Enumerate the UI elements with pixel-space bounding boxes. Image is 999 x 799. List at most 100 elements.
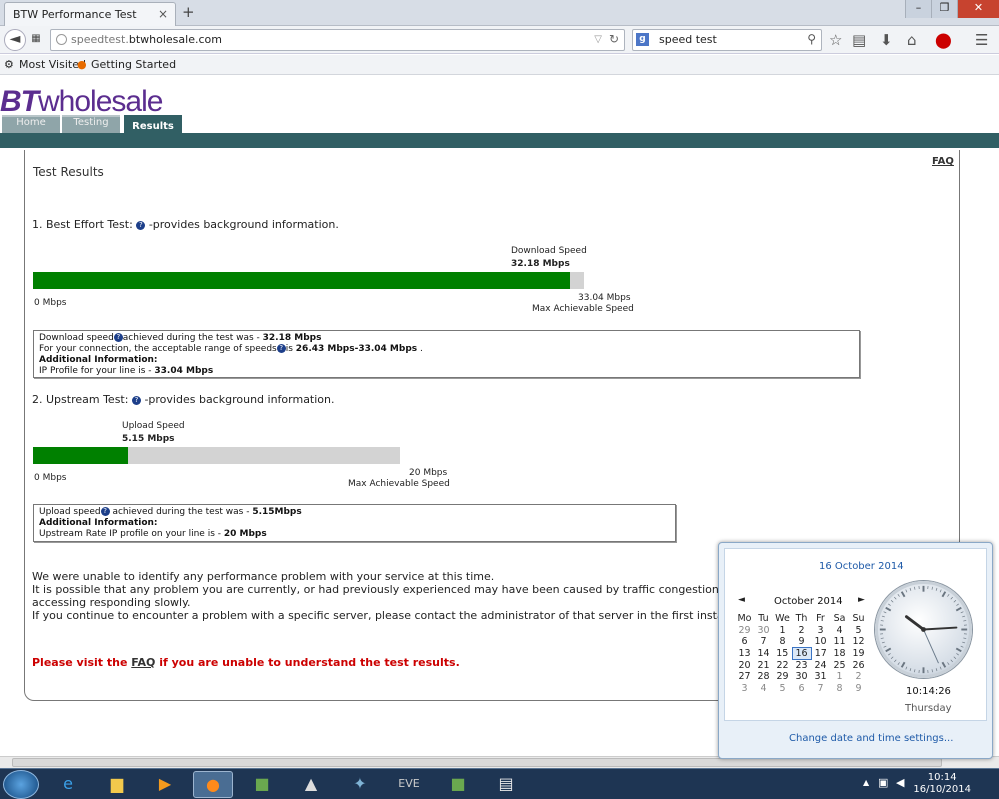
next-month-icon[interactable]: ► — [858, 595, 865, 605]
tab-close-icon[interactable]: × — [158, 7, 168, 21]
calendar-day[interactable]: 4 — [754, 683, 773, 695]
bookmark-star-icon[interactable]: ☆ — [829, 31, 842, 49]
clock-tick — [947, 662, 950, 666]
url-dropdown-icon[interactable]: ▽ — [594, 34, 602, 45]
calendar-day[interactable]: 17 — [811, 648, 830, 660]
close-window-button[interactable]: ✕ — [957, 0, 999, 18]
firefox-icon[interactable]: ● — [193, 771, 233, 798]
calendar-day[interactable]: 5 — [773, 683, 792, 695]
clock-tick — [935, 668, 938, 672]
reload-icon[interactable]: ↻ — [609, 32, 619, 46]
volume-icon[interactable]: ◀ — [896, 776, 904, 789]
google-icon[interactable]: g — [636, 33, 649, 46]
search-bar[interactable]: g speed test ⚲ — [632, 29, 822, 51]
calendar-day[interactable]: 5 — [849, 625, 868, 637]
calendar-day[interactable]: 10 — [811, 636, 830, 648]
minecraft-icon[interactable]: ■ — [438, 771, 478, 798]
upstream-heading: 2. Upstream Test: ? -provides background… — [32, 393, 335, 406]
help-icon[interactable]: ? — [113, 333, 123, 342]
adblock-icon[interactable]: ⬤ — [935, 31, 952, 49]
calendar-day[interactable]: 19 — [849, 648, 868, 660]
calendar-day[interactable]: 24 — [811, 660, 830, 672]
calendar-day[interactable]: 15 — [773, 648, 792, 660]
calendar-day[interactable]: 14 — [754, 648, 773, 660]
nav-results[interactable]: Results — [124, 115, 182, 133]
calendar-day[interactable]: 13 — [735, 648, 754, 660]
help-icon[interactable]: ? — [131, 396, 141, 405]
calendar-day[interactable]: 29 — [773, 671, 792, 683]
calendar-day[interactable]: 2 — [849, 671, 868, 683]
help-icon[interactable]: ? — [100, 507, 110, 516]
calendar-day[interactable]: 31 — [811, 671, 830, 683]
month-header[interactable]: October 2014 — [774, 596, 843, 607]
nav-testing[interactable]: Testing — [62, 115, 120, 133]
calendar-day[interactable]: 6 — [792, 683, 811, 695]
help-icon[interactable]: ? — [136, 221, 146, 230]
bookmark-getting-started[interactable]: Getting Started — [91, 58, 176, 71]
minimize-button[interactable]: – — [905, 0, 931, 18]
calendar-day[interactable]: 27 — [735, 671, 754, 683]
minecraft-icon[interactable]: ■ — [242, 771, 282, 798]
calendar-day[interactable]: 3 — [735, 683, 754, 695]
calendar-day[interactable]: 25 — [830, 660, 849, 672]
search-icon[interactable]: ⚲ — [807, 32, 816, 46]
start-button[interactable] — [3, 770, 39, 799]
calendar-day[interactable]: 23 — [792, 660, 811, 672]
calendar-day[interactable]: 1 — [830, 671, 849, 683]
bookmark-most-visited[interactable]: Most Visited — [19, 58, 86, 71]
file-explorer-icon[interactable]: ▆ — [97, 771, 137, 798]
bookmarks-menu-icon[interactable]: ▤ — [852, 31, 866, 49]
best-effort-heading: 1. Best Effort Test: ? -provides backgro… — [32, 218, 339, 231]
back-button[interactable]: ◄ — [4, 29, 26, 51]
calendar-day[interactable]: 11 — [830, 636, 849, 648]
calendar-day[interactable]: 16 — [791, 647, 812, 660]
browser-tab[interactable]: BTW Performance Test × — [4, 2, 176, 26]
site-identity-icon[interactable] — [56, 34, 67, 45]
long-date-link[interactable]: 16 October 2014 — [819, 561, 904, 572]
url-bar[interactable]: speedtest.btwholesale.com ▽ ↻ — [50, 29, 625, 51]
media-player-icon[interactable]: ▶ — [145, 771, 185, 798]
calendar-day[interactable]: 7 — [754, 636, 773, 648]
calendar-day[interactable]: 9 — [849, 683, 868, 695]
faq-notice-link[interactable]: FAQ — [131, 656, 155, 669]
maximize-button[interactable]: ❐ — [931, 0, 957, 18]
faq-link[interactable]: FAQ — [932, 156, 954, 167]
change-date-time-link[interactable]: Change date and time settings... — [789, 733, 953, 744]
tray-expand-icon[interactable]: ▲ — [863, 778, 869, 787]
nav-home[interactable]: Home — [2, 115, 60, 133]
calendar-day[interactable]: 8 — [830, 683, 849, 695]
scrollbar-thumb[interactable] — [12, 758, 942, 767]
help-icon[interactable]: ? — [276, 344, 286, 353]
calendar-day[interactable]: 21 — [754, 660, 773, 672]
internet-explorer-icon[interactable]: e — [48, 771, 88, 798]
home-icon[interactable]: ⌂ — [907, 31, 917, 49]
calendar-day[interactable]: 3 — [811, 625, 830, 637]
calendar-day[interactable]: 9 — [792, 636, 811, 648]
calendar-day[interactable]: 29 — [735, 625, 754, 637]
calendar-day[interactable]: 22 — [773, 660, 792, 672]
calendar-day[interactable]: 28 — [754, 671, 773, 683]
menu-icon[interactable]: ☰ — [975, 31, 988, 49]
downloads-icon[interactable]: ⬇ — [880, 31, 893, 49]
taskbar-clock[interactable]: 10:14 16/10/2014 — [913, 772, 971, 796]
calendar-day[interactable]: 8 — [773, 636, 792, 648]
game-icon[interactable]: ✦ — [340, 771, 380, 798]
launcher-icon[interactable]: ▲ — [291, 771, 331, 798]
calendar-day[interactable]: 1 — [773, 625, 792, 637]
calendar-day[interactable]: 30 — [754, 625, 773, 637]
eve-icon[interactable]: EVE — [389, 771, 429, 798]
prev-month-icon[interactable]: ◄ — [738, 595, 745, 605]
calendar-day[interactable]: 20 — [735, 660, 754, 672]
calendar-day[interactable]: 30 — [792, 671, 811, 683]
calendar-day[interactable]: 2 — [792, 625, 811, 637]
calendar-day[interactable]: 26 — [849, 660, 868, 672]
calendar-day[interactable]: 7 — [811, 683, 830, 695]
search-input[interactable]: speed test — [659, 33, 717, 46]
network-icon[interactable]: ▣ — [878, 776, 888, 789]
calendar-day[interactable]: 18 — [830, 648, 849, 660]
notepad-icon[interactable]: ▤ — [486, 771, 526, 798]
new-tab-button[interactable]: + — [182, 3, 195, 21]
calendar-day[interactable]: 6 — [735, 636, 754, 648]
calendar-day[interactable]: 12 — [849, 636, 868, 648]
calendar-day[interactable]: 4 — [830, 625, 849, 637]
